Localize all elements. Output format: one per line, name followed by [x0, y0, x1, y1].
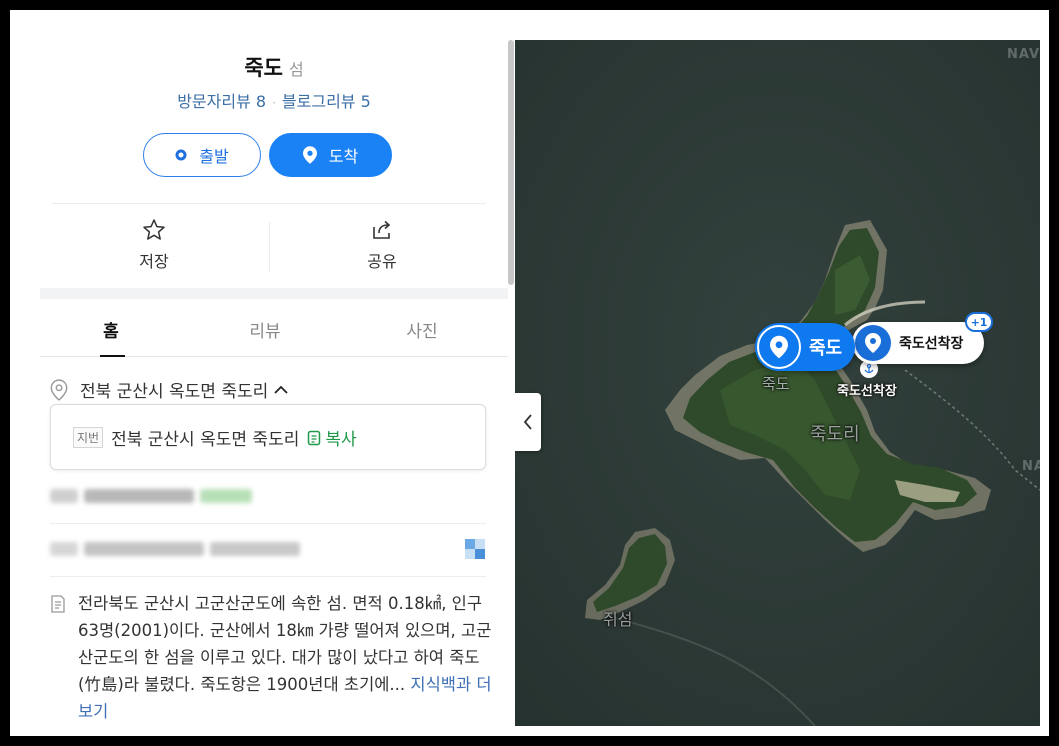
share-label: 공유 [367, 252, 397, 271]
copy-icon [307, 430, 321, 446]
section-band [40, 288, 508, 299]
address-row[interactable]: 전북 군산시 옥도면 죽도리 [50, 377, 288, 402]
blurred-content [50, 489, 78, 503]
tab-bar: 홈 리뷰 사진 [40, 299, 508, 357]
tab-review[interactable]: 리뷰 [225, 317, 305, 342]
blurred-info-row [50, 486, 258, 506]
naver-watermark: NAVER [1007, 47, 1040, 62]
map-pin-selected[interactable]: 죽도 [755, 323, 855, 371]
tab-home[interactable]: 홈 [71, 317, 151, 342]
chevron-left-icon [523, 414, 532, 430]
jibun-address: 전북 군산시 옥도면 죽도리 [111, 430, 300, 450]
divider [50, 576, 486, 577]
blurred-info-row [50, 539, 306, 559]
map-pin-selected-label: 죽도 [809, 338, 843, 359]
copy-label: 복사 [325, 430, 357, 450]
road-address: 전북 군산시 옥도면 죽도리 [80, 382, 269, 402]
place-title: 죽도 [244, 56, 283, 80]
collapse-panel-button[interactable] [515, 393, 541, 451]
star-icon [94, 218, 214, 244]
location-pin-icon [302, 146, 317, 164]
jibun-tag: 지번 [73, 427, 104, 448]
save-button[interactable]: 저장 [94, 218, 214, 272]
active-tab-indicator [100, 355, 125, 357]
chevron-up-icon[interactable] [274, 385, 288, 395]
place-title-row: 죽도 섬 [40, 52, 508, 82]
blog-review-link[interactable]: 블로그리뷰 5 [282, 92, 371, 111]
screenshot-frame: NAVER NAVER 죽도 죽도리 쥐섬 죽도선착장 죽도선착장 +1 [0, 0, 1059, 746]
blurred-content [210, 542, 300, 556]
arrive-button[interactable]: 도착 [269, 133, 392, 177]
location-pin-icon [855, 325, 891, 361]
share-icon [322, 218, 442, 244]
save-label: 저장 [139, 252, 169, 271]
place-category: 섬 [288, 60, 304, 79]
naver-watermark: NAVER [1022, 459, 1040, 474]
description-body: 전라북도 군산시 고군산군도에 속한 섬. 면적 0.18㎢, 인구 63명(2… [78, 590, 495, 725]
blurred-content [84, 489, 194, 503]
depart-button[interactable]: 출발 [143, 133, 261, 177]
visitor-review-link[interactable]: 방문자리뷰 8 [177, 92, 266, 111]
review-separator: · [272, 96, 276, 110]
review-counts: 방문자리뷰 8 · 블로그리뷰 5 [40, 88, 508, 112]
map-label-village: 죽도리 [810, 424, 860, 445]
action-separator [269, 222, 270, 272]
origin-dot-icon [175, 149, 187, 161]
divider [52, 203, 486, 204]
location-outline-icon [50, 378, 68, 401]
divider [50, 523, 486, 524]
blurred-content [84, 542, 204, 556]
map-label-other-island: 쥐섬 [603, 610, 633, 629]
blurred-content [200, 489, 252, 503]
address-detail-box: 지번 전북 군산시 옥도면 죽도리 복사 [50, 404, 486, 470]
place-description: 전라북도 군산시 고군산군도에 속한 섬. 면적 0.18㎢, 인구 63명(2… [50, 590, 495, 725]
copy-button[interactable]: 복사 [307, 425, 357, 450]
more-places-badge[interactable]: +1 [965, 312, 993, 332]
map-label-island: 죽도 [762, 375, 790, 393]
blurred-content [50, 542, 78, 556]
document-icon [50, 595, 66, 725]
blurred-content [465, 539, 485, 559]
arrive-button-label: 도착 [328, 147, 359, 166]
app-viewport: NAVER NAVER 죽도 죽도리 쥐섬 죽도선착장 죽도선착장 +1 [40, 40, 1040, 726]
location-pin-icon [757, 325, 801, 369]
frame-inner: NAVER NAVER 죽도 죽도리 쥐섬 죽도선착장 죽도선착장 +1 [10, 10, 1049, 736]
map-label-dock[interactable]: 죽도선착장 [837, 380, 897, 399]
depart-button-label: 출발 [199, 147, 229, 166]
place-detail-panel: 죽도 섬 방문자리뷰 8 · 블로그리뷰 5 출발 도착 저장 공유 홈 리뷰 … [40, 40, 515, 726]
panel-scrollbar[interactable] [508, 40, 514, 285]
map-pin-dock[interactable]: 죽도선착장 [852, 322, 984, 364]
tab-photo[interactable]: 사진 [382, 317, 462, 342]
map-pin-dock-label: 죽도선착장 [899, 336, 964, 352]
share-button[interactable]: 공유 [322, 218, 442, 272]
